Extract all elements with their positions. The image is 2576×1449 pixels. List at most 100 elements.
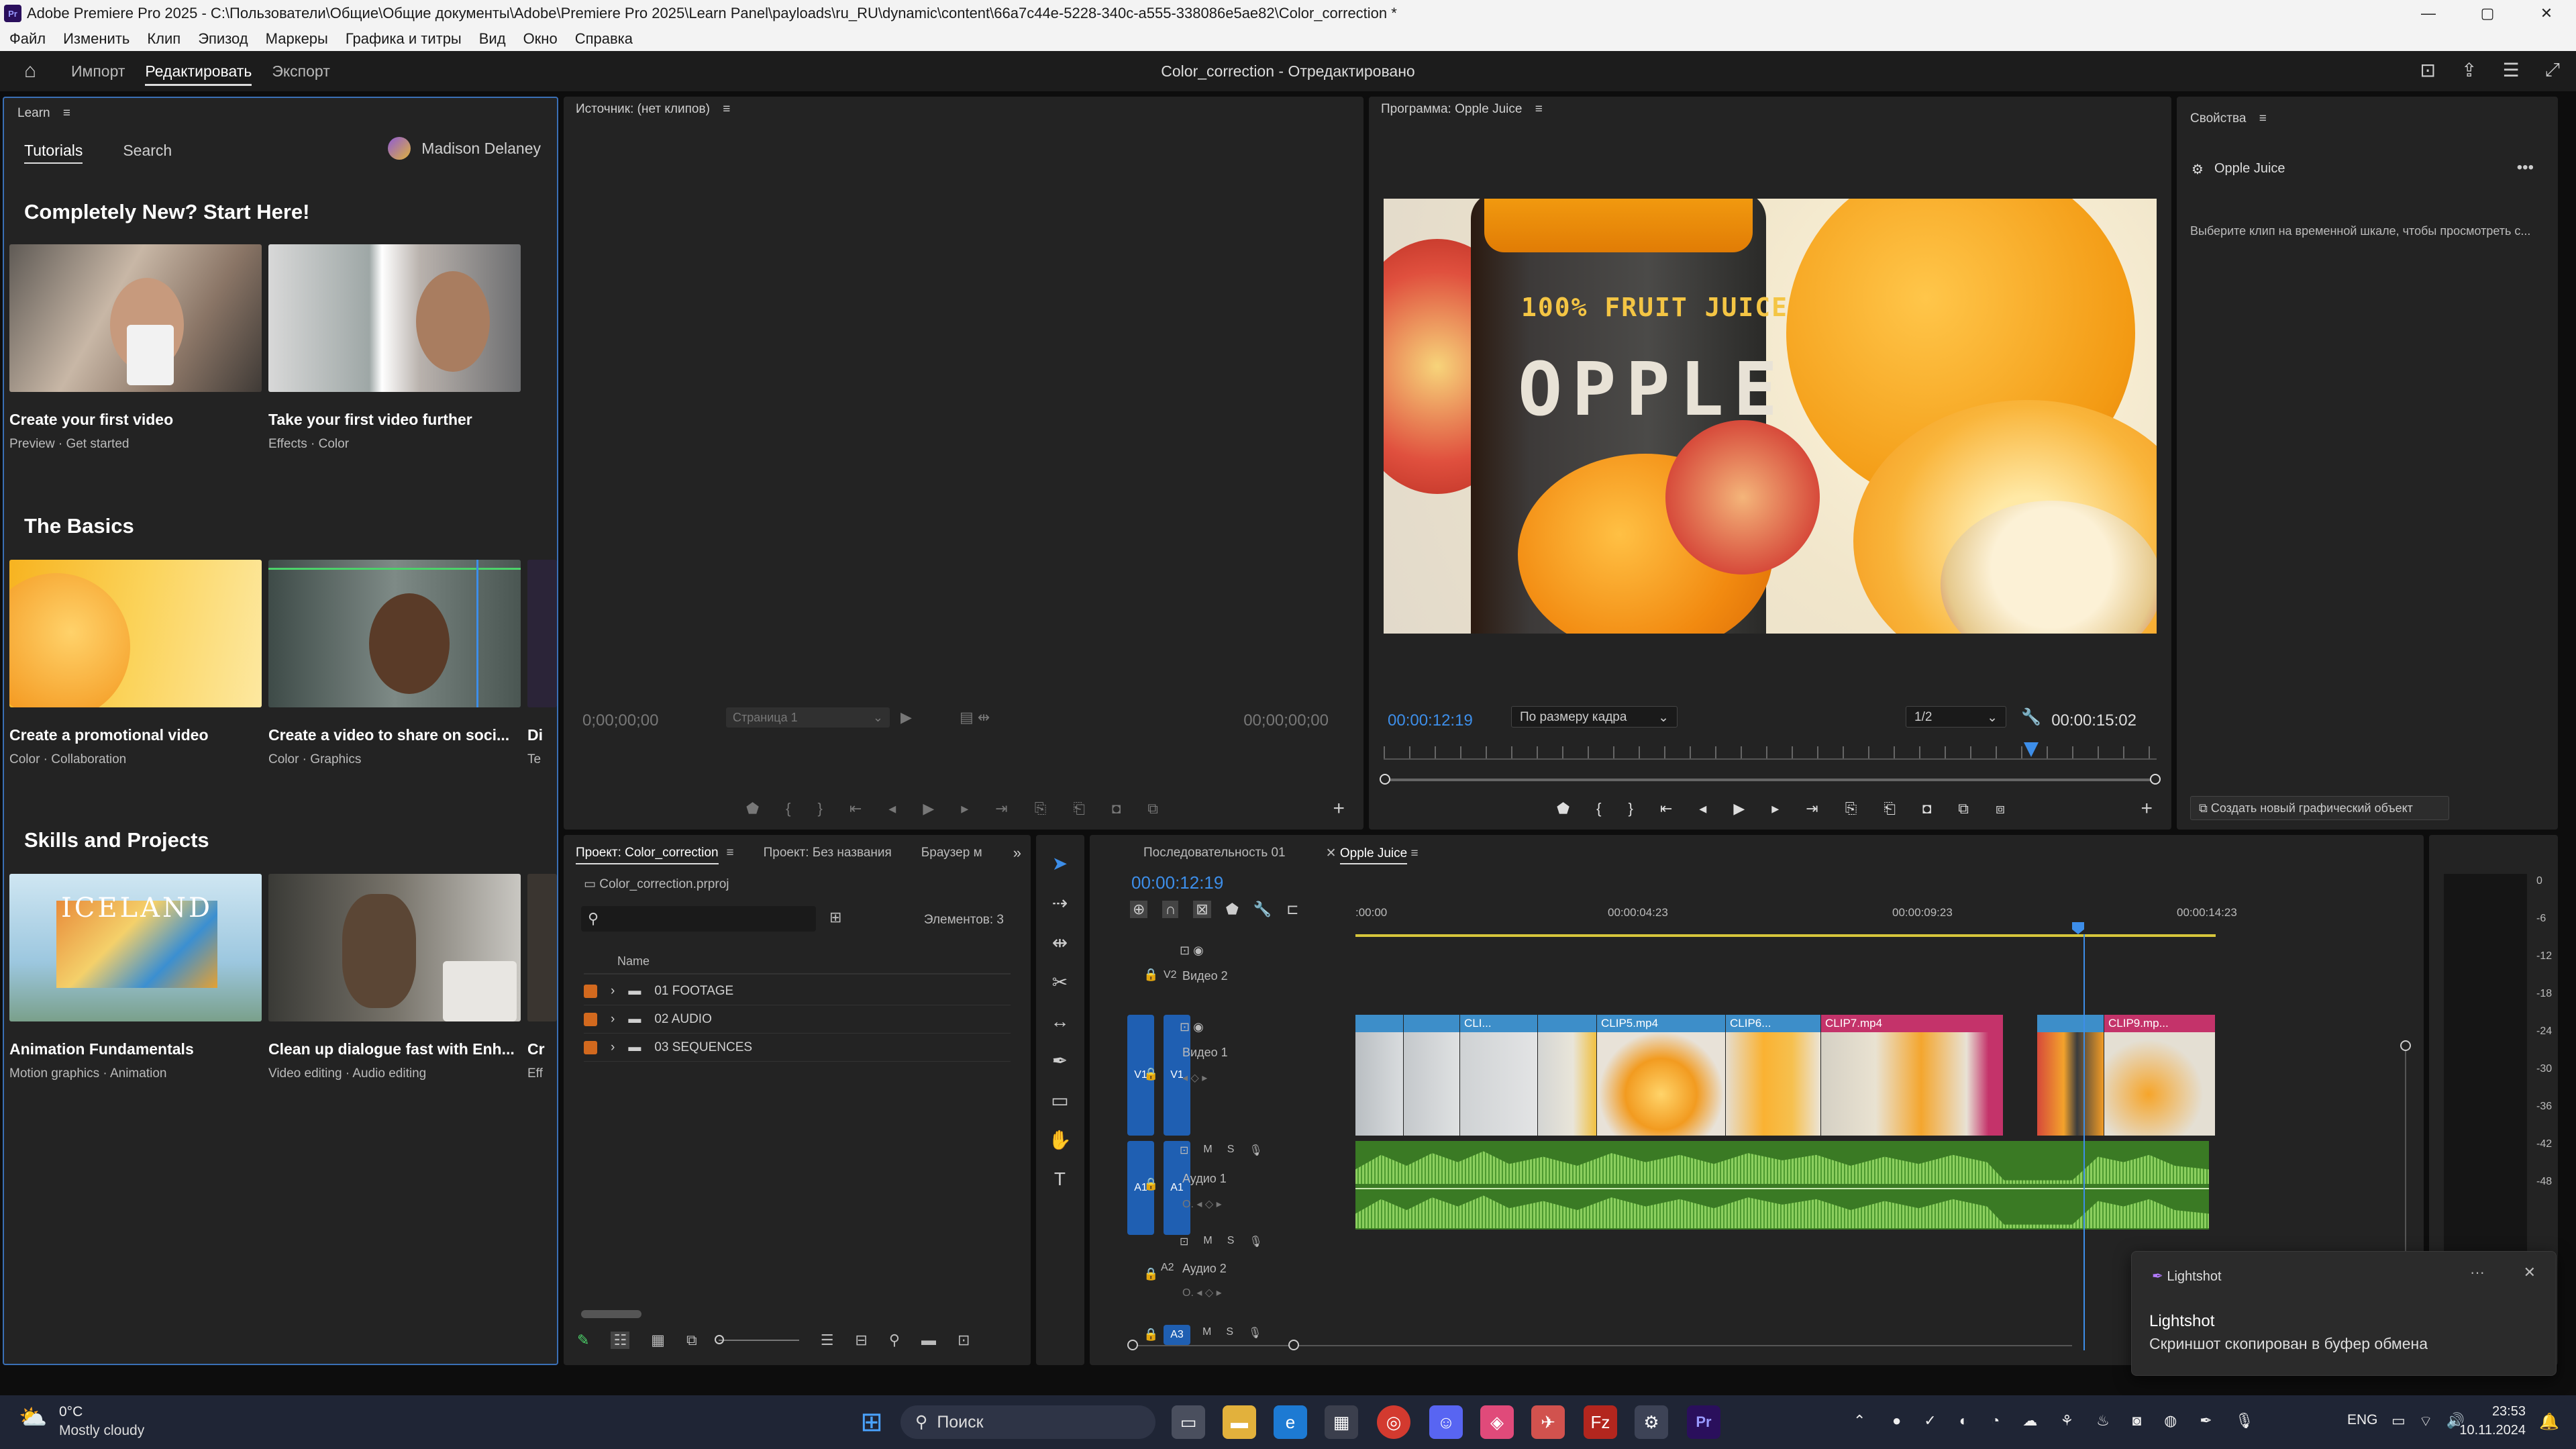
- keyframe-nav-icon[interactable]: ◂ ◇ ▸: [1182, 1071, 1207, 1085]
- panel-menu-icon[interactable]: ≡: [1410, 846, 1418, 860]
- list-view-icon[interactable]: ☷: [611, 1332, 630, 1349]
- tutorial-card[interactable]: Di Te: [527, 560, 557, 767]
- camera-icon[interactable]: ◘: [1922, 800, 1931, 817]
- panel-menu-icon[interactable]: ≡: [723, 102, 730, 116]
- video-clip[interactable]: [2037, 1015, 2104, 1136]
- new-graphic-button[interactable]: ⧉ Создать новый графический объект: [2190, 796, 2449, 820]
- chrome-icon[interactable]: ◎: [1377, 1405, 1410, 1439]
- tray-chevron-icon[interactable]: ⌃: [1853, 1412, 1865, 1430]
- timeline-playhead-handle[interactable]: [2072, 922, 2084, 934]
- new-bin-icon[interactable]: ▬: [921, 1332, 936, 1349]
- track-select-icon[interactable]: ⇢: [1052, 892, 1068, 914]
- track-target-a3[interactable]: A3: [1164, 1325, 1190, 1345]
- icon-view-icon[interactable]: ▦: [651, 1332, 665, 1349]
- settings-wrench-icon[interactable]: 🔧: [1253, 901, 1272, 918]
- add-marker-icon[interactable]: ⬟: [1226, 901, 1239, 918]
- mark-in-icon[interactable]: {: [786, 800, 790, 817]
- close-tab-icon[interactable]: ✕: [1326, 846, 1340, 860]
- microphone-icon[interactable]: 🎙: [2235, 1412, 2254, 1430]
- camera-icon[interactable]: ◘: [1112, 800, 1121, 817]
- tab-export[interactable]: Экспорт: [272, 51, 329, 91]
- language-indicator[interactable]: ENG: [2347, 1412, 2378, 1428]
- sync-lock-icon[interactable]: ⊡: [1180, 944, 1190, 957]
- app-icon[interactable]: ◈: [1480, 1405, 1514, 1439]
- tray-app-icon[interactable]: ◍: [2164, 1412, 2177, 1430]
- more-tabs-icon[interactable]: »: [1013, 844, 1021, 862]
- video-clip[interactable]: [1355, 1015, 1404, 1136]
- user-profile[interactable]: Madison Delaney: [388, 137, 541, 160]
- lift-icon[interactable]: ⎘: [1845, 800, 1857, 817]
- linked-selection-icon[interactable]: ⊠: [1193, 901, 1211, 918]
- video-clip[interactable]: CLIP7.mp4: [1821, 1015, 2004, 1136]
- tray-app-icon[interactable]: ⚘: [2060, 1412, 2073, 1430]
- maximize-button[interactable]: ▢: [2458, 0, 2517, 27]
- lock-icon[interactable]: 🔒: [1143, 1267, 1158, 1281]
- work-area-bar[interactable]: [1355, 934, 2216, 937]
- step-back-icon[interactable]: ◂: [1699, 800, 1706, 817]
- tutorial-card[interactable]: Take your first video further Effects · …: [268, 244, 521, 452]
- video-clip[interactable]: [1404, 1015, 1460, 1136]
- list-item[interactable]: › ▬ 01 FOOTAGE: [584, 977, 1011, 1005]
- tab-tutorials[interactable]: Tutorials: [24, 142, 83, 164]
- lock-icon[interactable]: 🔒: [1143, 1067, 1158, 1081]
- notification-bell-icon[interactable]: 🔔: [2539, 1412, 2559, 1432]
- solo-button[interactable]: S: [1227, 1235, 1235, 1248]
- type-tool-icon[interactable]: T: [1054, 1168, 1066, 1190]
- clock-date[interactable]: 10.11.2024: [2459, 1423, 2526, 1438]
- tray-app-icon[interactable]: ☁: [2022, 1412, 2037, 1430]
- home-icon[interactable]: ⌂: [24, 61, 47, 81]
- clock-time[interactable]: 23:53: [2459, 1404, 2526, 1419]
- timeline-timecode[interactable]: 00:00:12:19: [1131, 872, 1223, 893]
- file-explorer-icon[interactable]: ▬: [1223, 1405, 1256, 1439]
- razor-icon[interactable]: ✂: [1052, 971, 1068, 993]
- start-icon[interactable]: ⊞: [855, 1405, 888, 1439]
- program-ruler[interactable]: [1384, 746, 2157, 760]
- step-forward-icon[interactable]: ▸: [961, 800, 968, 817]
- close-icon[interactable]: ✕: [2524, 1264, 2536, 1281]
- go-in-icon[interactable]: ⇤: [1660, 800, 1672, 817]
- volume-keyframe-icon[interactable]: O. ◂ ◇ ▸: [1182, 1197, 1222, 1211]
- video-clip[interactable]: CLIP9.mp...: [2104, 1015, 2216, 1136]
- play-icon[interactable]: ▶: [900, 709, 912, 726]
- tray-app-icon[interactable]: ✓: [1924, 1412, 1936, 1430]
- go-out-icon[interactable]: ⇥: [995, 800, 1007, 817]
- mark-out-icon[interactable]: }: [1628, 800, 1633, 817]
- mark-out-icon[interactable]: }: [817, 800, 822, 817]
- wrench-icon[interactable]: 🔧: [2021, 707, 2041, 727]
- video-clip[interactable]: CLIP6...: [1726, 1015, 1821, 1136]
- settings-icon[interactable]: ▤ ⇹: [960, 709, 990, 726]
- ripple-edit-icon[interactable]: ⇹: [1052, 932, 1068, 954]
- time-ruler[interactable]: :00:00 00:00:04:23 00:00:09:23 00:00:14:…: [1355, 906, 2237, 926]
- tab-import[interactable]: Импорт: [71, 51, 125, 91]
- mute-button[interactable]: M: [1203, 1144, 1212, 1157]
- expand-icon[interactable]: ›: [611, 1012, 615, 1027]
- insert-icon[interactable]: ⎘: [1035, 800, 1047, 817]
- tray-app-icon[interactable]: ◔: [1991, 1412, 2000, 1430]
- mute-button[interactable]: M: [1203, 1235, 1212, 1248]
- video-clip[interactable]: CLIP5.mp4: [1597, 1015, 1726, 1136]
- taskbar-search[interactable]: ⚲ Поиск: [900, 1405, 1155, 1439]
- tray-app-icon[interactable]: ✒: [2200, 1412, 2212, 1430]
- panel-menu-icon[interactable]: ≡: [2259, 111, 2267, 126]
- filezilla-icon[interactable]: Fz: [1584, 1405, 1617, 1439]
- menu-window[interactable]: Окно: [523, 30, 558, 48]
- pen-icon[interactable]: ✎: [577, 1332, 589, 1349]
- workspace-icon[interactable]: ⊡: [2420, 59, 2436, 81]
- new-item-icon[interactable]: ⊡: [958, 1332, 970, 1349]
- mark-in-icon[interactable]: {: [1596, 800, 1601, 817]
- marker-icon[interactable]: ⬟: [746, 800, 759, 817]
- tutorial-card[interactable]: Create your first video Preview · Get st…: [9, 244, 262, 452]
- menu-graphics[interactable]: Графика и титры: [346, 30, 462, 48]
- more-options-icon[interactable]: ···: [2470, 1264, 2485, 1281]
- tutorial-card[interactable]: Create a promotional video Color · Colla…: [9, 560, 262, 767]
- sync-lock-icon[interactable]: ⊡: [1180, 1020, 1190, 1034]
- overwrite-icon[interactable]: ⎗: [1073, 800, 1085, 817]
- tutorial-card[interactable]: Cr Eff: [527, 874, 557, 1081]
- menu-markers[interactable]: Маркеры: [266, 30, 328, 48]
- lock-icon[interactable]: 🔒: [1143, 1328, 1158, 1342]
- comparison-icon[interactable]: ⧈: [1996, 800, 2005, 817]
- go-out-icon[interactable]: ⇥: [1806, 800, 1818, 817]
- tab-opple-juice[interactable]: Opple Juice: [1339, 846, 1408, 864]
- automate-icon[interactable]: ⊟: [855, 1332, 867, 1349]
- pen-tool-icon[interactable]: ✒: [1052, 1050, 1068, 1072]
